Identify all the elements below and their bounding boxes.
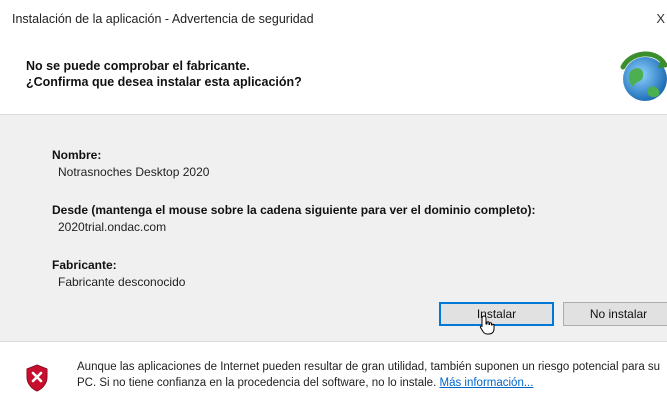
no-install-button[interactable]: No instalar: [563, 302, 667, 326]
clickonce-globe-icon: [620, 51, 667, 101]
hand-cursor-icon: [479, 315, 495, 335]
install-button[interactable]: Instalar: [439, 302, 554, 326]
from-label: Desde (mantenga el mouse sobre la cadena…: [52, 203, 536, 217]
close-icon[interactable]: X: [656, 11, 665, 26]
publisher-label: Fabricante:: [52, 258, 117, 272]
name-value: Notrasnoches Desktop 2020: [58, 165, 210, 179]
title-bar: Instalación de la aplicación - Advertenc…: [0, 0, 667, 40]
from-value[interactable]: 2020trial.ondac.com: [58, 220, 166, 234]
warning-message: Aunque las aplicaciones de Internet pued…: [77, 361, 661, 389]
details-panel: Nombre: Notrasnoches Desktop 2020 Desde …: [0, 115, 667, 341]
security-warning-text: Aunque las aplicaciones de Internet pued…: [77, 359, 665, 391]
name-label: Nombre:: [52, 148, 102, 162]
warning-heading: No se puede comprobar el fabricante.: [26, 59, 250, 73]
publisher-value: Fabricante desconocido: [58, 275, 186, 289]
security-footer: Aunque las aplicaciones de Internet pued…: [0, 342, 667, 419]
security-shield-icon: [26, 364, 48, 392]
window-title: Instalación de la aplicación - Advertenc…: [12, 12, 314, 26]
dialog-header: No se puede comprobar el fabricante. ¿Co…: [0, 40, 667, 114]
no-install-button-label: No instalar: [589, 307, 648, 321]
confirm-question: ¿Confirma que desea instalar esta aplica…: [26, 75, 302, 89]
more-info-link[interactable]: Más información...: [439, 377, 533, 389]
